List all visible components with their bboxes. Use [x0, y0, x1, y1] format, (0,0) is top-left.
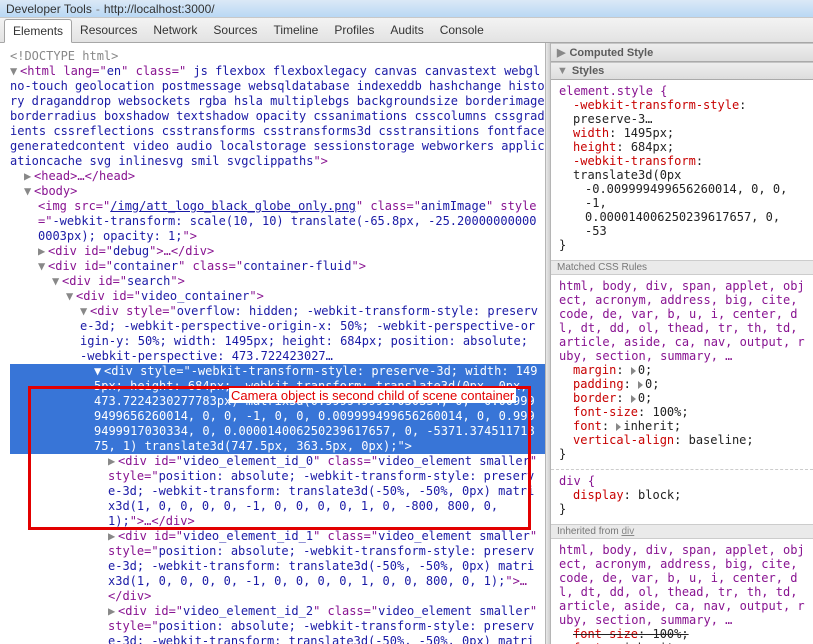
expand-shorthand-icon[interactable]	[616, 423, 621, 431]
computed-style-title: Computed Style	[569, 47, 653, 59]
reset-rule[interactable]: html, body, div, span, applet, object, a…	[551, 275, 813, 469]
video-element-1[interactable]: ▶<div id="video_element_id_1" class="vid…	[10, 529, 545, 604]
body-element[interactable]: ▼<body>	[10, 184, 545, 199]
expand-icon[interactable]: ▼	[80, 304, 90, 319]
expand-icon[interactable]: ▶	[108, 604, 118, 619]
expand-shorthand-icon[interactable]	[638, 381, 643, 389]
tab-console[interactable]: Console	[432, 19, 492, 41]
tab-elements[interactable]: Elements	[4, 19, 72, 43]
expand-shorthand-icon[interactable]	[631, 367, 636, 375]
close-brace: }	[559, 238, 807, 252]
container-div[interactable]: ▼<div id="container" class="container-fl…	[10, 259, 545, 274]
page-url: http://localhost:3000/	[104, 2, 215, 16]
camera-div-selected[interactable]: ▼<div style="-webkit-transform-style: pr…	[10, 364, 545, 454]
expand-icon[interactable]: ▼	[94, 364, 104, 379]
title-separator: -	[96, 2, 100, 16]
video-element-2[interactable]: ▶<div id="video_element_id_2" class="vid…	[10, 604, 545, 644]
computed-style-header[interactable]: ▶ Computed Style	[551, 43, 813, 62]
inherited-link[interactable]: div	[621, 526, 634, 537]
disclosure-icon: ▼	[557, 65, 568, 77]
styles-header[interactable]: ▼ Styles	[551, 62, 813, 80]
tab-audits[interactable]: Audits	[382, 19, 431, 41]
styles-sidebar: ▶ Computed Style ▼ Styles element.style { …	[551, 43, 813, 644]
img-element[interactable]: <img src="/img/att_logo_black_globe_only…	[10, 199, 545, 244]
selector: div {	[559, 474, 595, 488]
expand-icon[interactable]: ▶	[24, 169, 34, 184]
expand-icon[interactable]: ▶	[108, 454, 118, 469]
expand-icon[interactable]: ▼	[24, 184, 34, 199]
scene-div[interactable]: ▼<div style="overflow: hidden; -webkit-t…	[10, 304, 545, 364]
selector: html, body, div, span, applet, object, a…	[559, 279, 807, 363]
search-div[interactable]: ▼<div id="search">	[10, 274, 545, 289]
styles-title: Styles	[572, 65, 604, 77]
expand-icon[interactable]: ▶	[38, 244, 48, 259]
debug-div[interactable]: ▶<div id="debug">…</div>	[10, 244, 545, 259]
video-element-0[interactable]: ▶<div id="video_element_id_0" class="vid…	[10, 454, 545, 529]
tab-profiles[interactable]: Profiles	[326, 19, 382, 41]
expand-icon[interactable]: ▶	[108, 529, 118, 544]
element-style-rule[interactable]: element.style { -webkit-transform-style:…	[551, 80, 813, 260]
close-brace: }	[559, 502, 807, 516]
selector: element.style {	[559, 84, 807, 98]
disclosure-icon: ▶	[557, 46, 565, 59]
annotation-label: Camera object is second child of scene c…	[229, 388, 516, 403]
head-element[interactable]: ▶<head>…</head>	[10, 169, 545, 184]
window-titlebar: Developer Tools - http://localhost:3000/	[0, 0, 813, 17]
tab-timeline[interactable]: Timeline	[265, 19, 326, 41]
doctype[interactable]: <!DOCTYPE html>	[10, 49, 545, 64]
expand-icon[interactable]: ▼	[52, 274, 62, 289]
inherited-reset-rule[interactable]: html, body, div, span, applet, object, a…	[551, 539, 813, 644]
video-container-div[interactable]: ▼<div id="video_container">	[10, 289, 545, 304]
expand-icon[interactable]: ▼	[38, 259, 48, 274]
tab-sources[interactable]: Sources	[205, 19, 265, 41]
app-name: Developer Tools	[6, 2, 92, 16]
tab-resources[interactable]: Resources	[72, 19, 145, 41]
expand-icon[interactable]: ▼	[66, 289, 76, 304]
expand-shorthand-icon[interactable]	[631, 395, 636, 403]
expand-icon[interactable]: ▼	[10, 64, 20, 79]
elements-panel[interactable]: <!DOCTYPE html> ▼<html lang="en" class="…	[0, 43, 545, 644]
inherited-div-header: Inherited from div	[551, 524, 813, 539]
tab-network[interactable]: Network	[145, 19, 205, 41]
selector: html, body, div, span, applet, object, a…	[559, 543, 807, 627]
matched-rules-header: Matched CSS Rules	[551, 260, 813, 275]
devtools-toolbar: Elements Resources Network Sources Timel…	[0, 17, 813, 43]
close-brace: }	[559, 447, 807, 461]
div-rule[interactable]: div { display: block; }	[551, 469, 813, 524]
html-element[interactable]: ▼<html lang="en" class=" js flexbox flex…	[10, 64, 545, 169]
